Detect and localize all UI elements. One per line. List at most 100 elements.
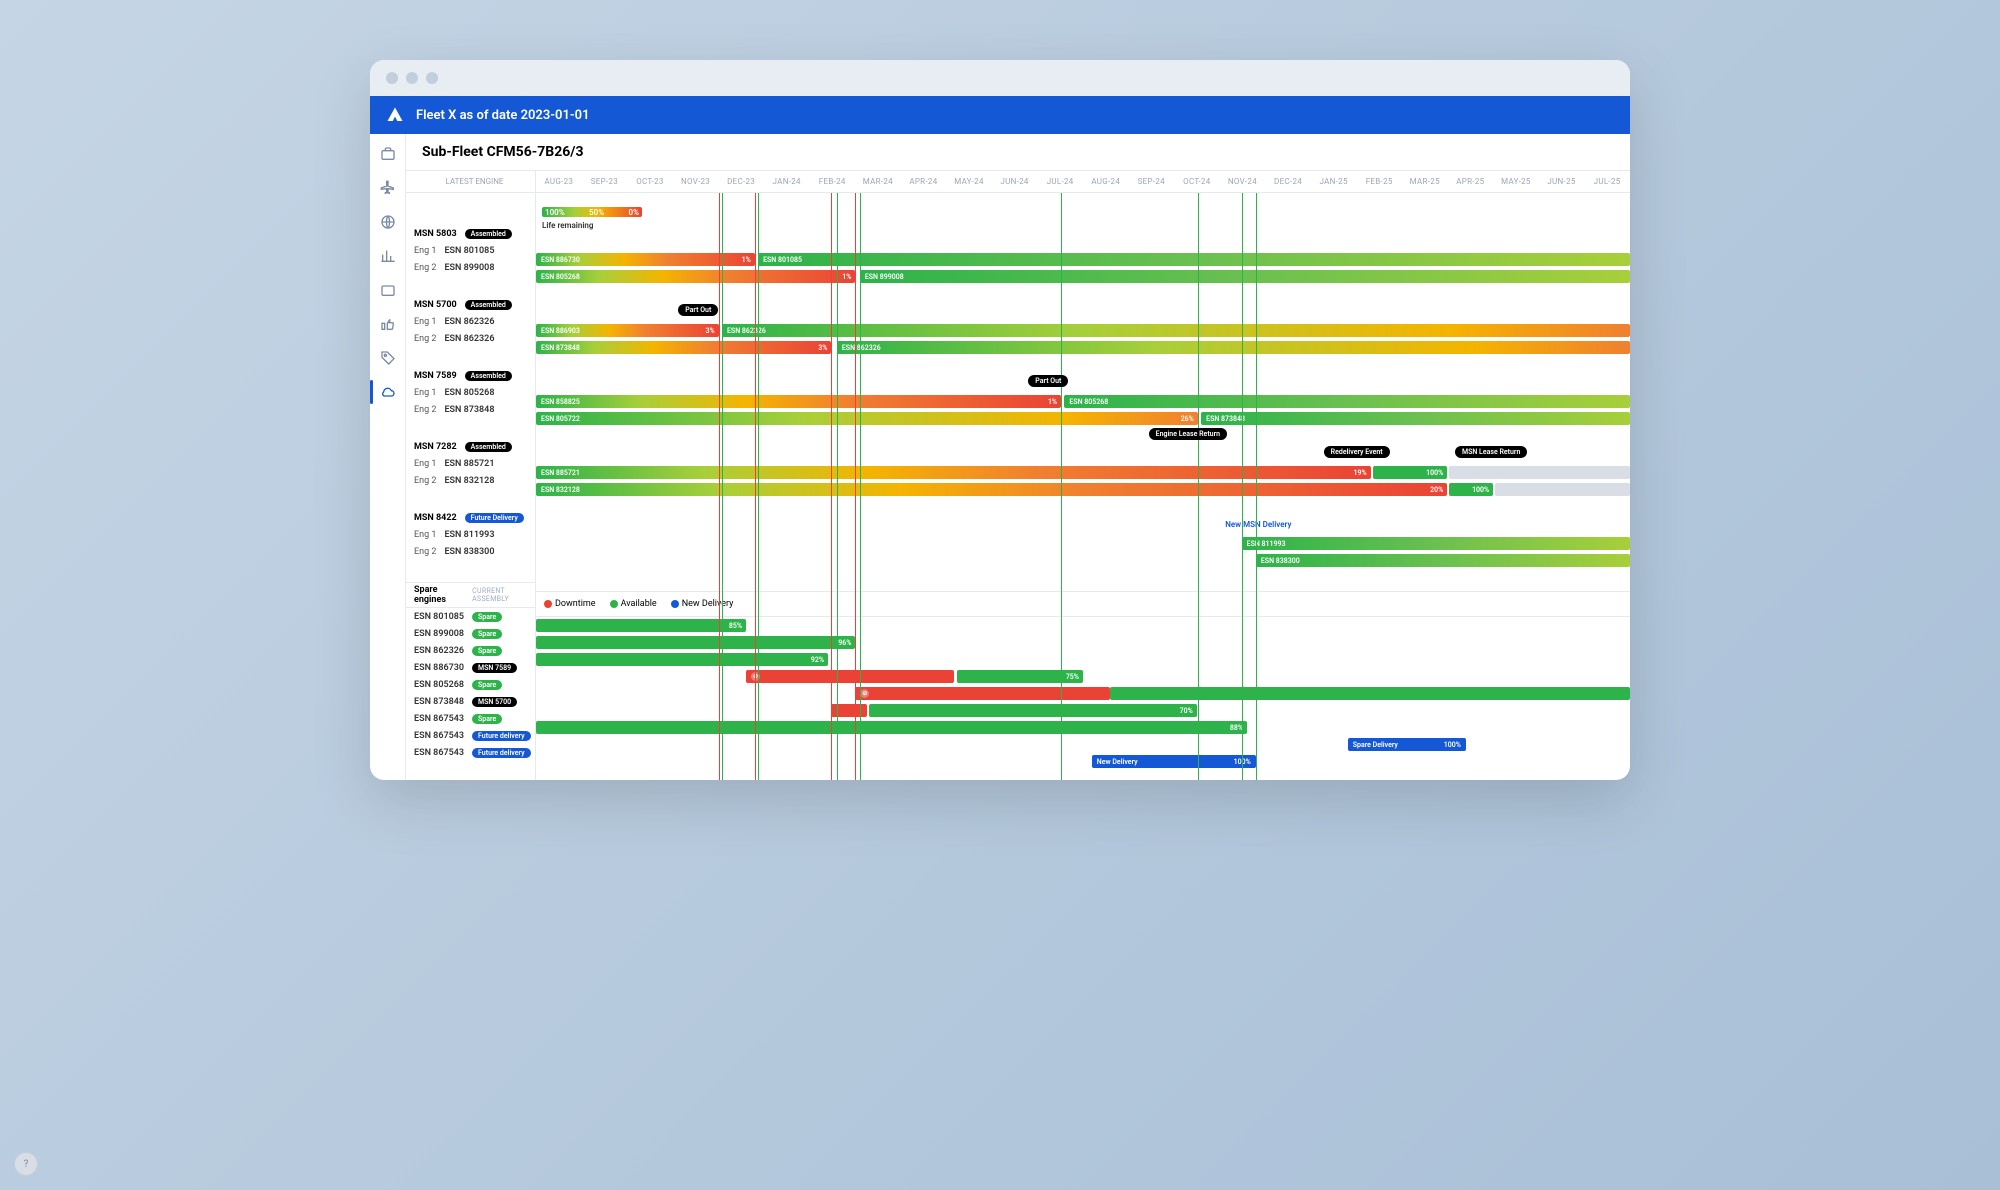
month-label: SEP-23: [582, 177, 628, 186]
legend-0: 0%: [629, 208, 639, 217]
spare-bar[interactable]: New Delivery100%: [1092, 755, 1256, 768]
spare-esn: ESN 801085: [414, 612, 464, 622]
spare-bar[interactable]: 96%: [536, 636, 855, 649]
traffic-light-close[interactable]: [386, 72, 398, 84]
month-label: FEB-24: [809, 177, 855, 186]
engine-bar[interactable]: ESN 811993: [1242, 537, 1630, 550]
month-label: SEP-24: [1129, 177, 1175, 186]
legend-50: 50%: [589, 208, 604, 217]
app-window: Fleet X as of date 2023-01-01 Sub-Fleet …: [370, 60, 1630, 780]
engine-bar[interactable]: ESN 899008: [860, 270, 1630, 283]
month-label: JUN-25: [1539, 177, 1585, 186]
event-badge: Part Out: [1028, 375, 1068, 387]
app-header: Fleet X as of date 2023-01-01: [370, 96, 1630, 134]
engine-slot: Eng 2: [414, 547, 436, 557]
status-badge: Future Delivery: [465, 513, 524, 523]
event-badge: Part Out: [678, 304, 718, 316]
spare-bar[interactable]: ⊘: [855, 687, 1110, 700]
plane-icon[interactable]: [380, 180, 396, 196]
status-badge: Spare: [472, 714, 502, 724]
subfleet-title: Sub-Fleet CFM56-7B26/3: [406, 134, 1630, 171]
legend-downtime: Downtime: [555, 599, 596, 609]
month-label: JUN-24: [992, 177, 1038, 186]
spare-bar[interactable]: Spare Delivery100%: [1348, 738, 1466, 751]
latest-esn: ESN 885721: [444, 459, 494, 469]
spare-esn: ESN 886730: [414, 663, 464, 673]
engine-bar[interactable]: ESN 80572226%: [536, 412, 1198, 425]
status-badge: Future delivery: [472, 748, 531, 758]
engine-bar[interactable]: ESN 801085: [758, 253, 1630, 266]
spare-bar[interactable]: ⊘: [746, 670, 954, 683]
status-badge: Assembled: [465, 229, 512, 239]
month-label: MAY-25: [1493, 177, 1539, 186]
latest-esn: ESN 873848: [444, 405, 494, 415]
nav-sidebar: [370, 134, 406, 780]
engine-bar[interactable]: ESN 805268: [1064, 395, 1630, 408]
engine-bar[interactable]: ESN 8052681%: [536, 270, 855, 283]
engine-bar[interactable]: ESN 838300: [1256, 554, 1630, 567]
engine-bar[interactable]: ESN 8588251%: [536, 395, 1061, 408]
latest-esn: ESN 801085: [444, 246, 494, 256]
month-label: MAR-24: [855, 177, 901, 186]
msn-name: MSN 8422: [414, 513, 457, 523]
msn-name: MSN 7282: [414, 442, 457, 452]
engine-slot: Eng 2: [414, 334, 436, 344]
engine-bar[interactable]: ESN 8869033%: [536, 324, 719, 337]
engine-bar[interactable]: 100%: [1373, 466, 1447, 479]
latest-engine-header: LATEST ENGINE: [446, 177, 504, 186]
engine-bar[interactable]: ESN 8738483%: [536, 341, 831, 354]
status-badge: Assembled: [465, 300, 512, 310]
engine-bar[interactable]: 100%: [1449, 483, 1493, 496]
spare-bar[interactable]: [1110, 687, 1630, 700]
main-panel: Sub-Fleet CFM56-7B26/3 LATEST ENGINE MSN…: [406, 134, 1630, 780]
traffic-light-min[interactable]: [406, 72, 418, 84]
spare-bar[interactable]: 88%: [536, 721, 1247, 734]
spare-bar[interactable]: 75%: [957, 670, 1083, 683]
spare-bar[interactable]: 70%: [869, 704, 1197, 717]
engine-bar[interactable]: ESN 862326: [722, 324, 1630, 337]
engine-bar[interactable]: ESN 88572119%: [536, 466, 1371, 479]
engine-bar[interactable]: ESN 83212820%: [536, 483, 1447, 496]
legend-available: Available: [621, 599, 657, 609]
briefcase-icon[interactable]: [380, 146, 396, 162]
spare-bar[interactable]: 85%: [536, 619, 746, 632]
latest-esn: ESN 811993: [444, 530, 494, 540]
latest-esn: ESN 805268: [444, 388, 494, 398]
spare-bar[interactable]: 92%: [536, 653, 828, 666]
globe-icon[interactable]: [380, 214, 396, 230]
window-titlebar: [370, 60, 1630, 96]
status-badge: Spare: [472, 646, 502, 656]
month-label: FEB-25: [1356, 177, 1402, 186]
cloud-icon[interactable]: [380, 384, 396, 400]
status-badge: Assembled: [465, 442, 512, 452]
msn-name: MSN 5700: [414, 300, 457, 310]
status-badge: Future delivery: [472, 731, 531, 741]
month-label: JUL-24: [1037, 177, 1083, 186]
month-label: OCT-24: [1174, 177, 1220, 186]
spare-esn: ESN 867543: [414, 714, 464, 724]
event-badge: MSN Lease Return: [1455, 446, 1527, 458]
latest-esn: ESN 862326: [444, 334, 494, 344]
traffic-light-max[interactable]: [426, 72, 438, 84]
spare-esn: ESN 867543: [414, 748, 464, 758]
app-logo-icon: [386, 106, 404, 124]
status-badge: MSN 7589: [472, 663, 517, 673]
event-badge: Redelivery Event: [1324, 446, 1390, 458]
engine-bar[interactable]: ESN 862326: [837, 341, 1630, 354]
thumbs-up-icon[interactable]: [380, 316, 396, 332]
chart-icon[interactable]: [380, 248, 396, 264]
engine-slot: Eng 1: [414, 246, 436, 256]
engine-slot: Eng 2: [414, 476, 436, 486]
tag-icon[interactable]: [380, 350, 396, 366]
month-label: NOV-24: [1220, 177, 1266, 186]
engine-bar[interactable]: ESN 873848: [1201, 412, 1630, 425]
help-avatar[interactable]: ?: [14, 1152, 38, 1176]
month-label: JAN-24: [764, 177, 810, 186]
latest-esn: ESN 832128: [444, 476, 494, 486]
folder-icon[interactable]: [380, 282, 396, 298]
month-label: OCT-23: [627, 177, 673, 186]
latest-esn: ESN 838300: [444, 547, 494, 557]
current-assembly-label: CURRENT ASSEMBLY: [472, 587, 527, 603]
event-label: New MSN Delivery: [1225, 520, 1291, 529]
status-badge: Assembled: [465, 371, 512, 381]
